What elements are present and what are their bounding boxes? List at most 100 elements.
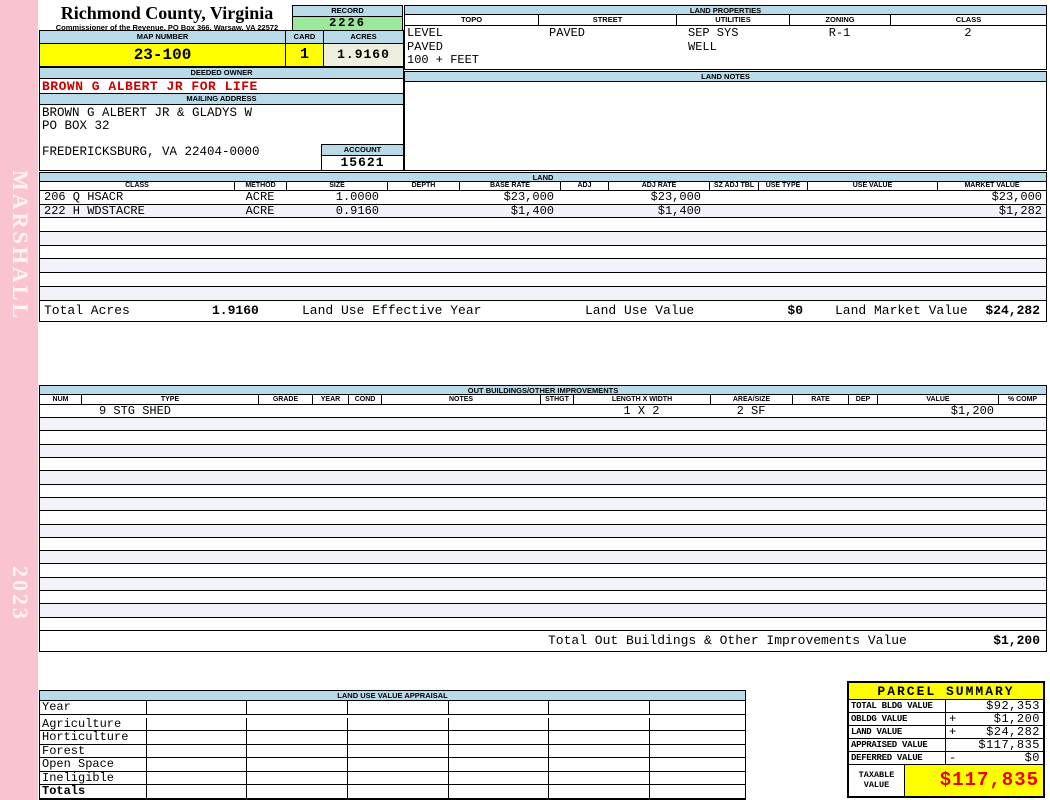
total-acres-label: Total Acres [44,303,130,318]
land-market-value-label: Land Market Value [835,303,968,318]
land-cell-market_value: $23,000 [991,190,1042,204]
appraisal-row-label: Horticulture [42,730,129,744]
empty-row [40,485,1046,498]
appraisal-row-label: Forest [42,743,86,758]
county-title: Richmond County, Virginia [60,3,274,23]
appraisal-cell [649,731,745,744]
appraisal-cell [448,701,548,714]
land-cell-use_value [807,205,937,218]
empty-row [40,246,1046,260]
appraisal-row: Forest [40,743,745,758]
column-header: SZ ADJ TBL [709,182,758,190]
ob-cell-area_size: 2 SF [736,404,766,418]
left-margin-band [0,0,38,800]
land-properties-value: PAVED [549,26,586,40]
appraisal-cell [347,731,448,744]
appraisal-row: Open Space [40,758,745,772]
land-cell-method: ACRE [245,203,275,218]
land-table-rows: 206 Q HSACR ACRE 1.0000 $23,000 $23,000 $23,0… [40,191,1046,218]
appraisal-cell [246,758,347,771]
land-properties-column: SEP SYS WELL [676,26,789,69]
out-buildings-empty-rows [40,418,1046,631]
county-header: Richmond County, Virginia Commissioner o… [44,3,290,32]
column-header: GRADE [258,395,312,404]
column-header: ADJ [560,182,608,190]
land-cell-base_rate: $23,000 [503,190,554,204]
appraisal-cell [649,785,745,798]
empty-row [40,538,1046,552]
appraisal-cell [347,717,448,730]
land-row: 222 H WDSTACRE ACRE 0.9160 $1,400 $1,400 $1,2… [40,203,1046,218]
empty-row [40,577,1046,592]
column-header: METHOD [234,182,286,190]
land-properties-value: WELL [688,39,717,54]
ob-cell-length_x_width: 1 X 2 [623,404,660,418]
parcel-summary-row: DEFERRED VALUE $0- [849,752,1043,765]
empty-row [40,458,1046,472]
column-header: USE TYPE [758,182,807,190]
land-cell-use_type [758,191,807,204]
land-use-appraisal-table: LAND USE VALUE APPRAISAL Year Agriculture… [39,690,746,800]
account-box: ACCOUNT 15621 [321,144,404,171]
appraisal-cell [246,717,347,730]
empty-row [40,618,1046,631]
empty-row [40,218,1046,232]
land-cell-adj_rate: $23,000 [650,190,701,204]
column-header: RATE [792,395,848,404]
land-table-title: LAND [40,173,1046,182]
empty-row [40,273,1046,288]
parcel-summary-label: DEFERRED VALUE [849,752,946,764]
watermark-name: MARSHALL [8,170,33,322]
appraisal-cell [548,701,649,714]
land-properties-column: 2 [890,26,1046,69]
land-cell-sz_adj_tbl [709,205,758,218]
appraisal-cell [448,744,548,757]
acres-value: 1.9160 [323,44,403,66]
appraisal-cell [448,758,548,771]
land-cell-sz_adj_tbl [709,191,758,204]
column-header: ADJ RATE [608,182,709,190]
land-properties-value: 2 [964,26,972,40]
land-properties-value: SEP SYS [688,26,739,40]
deeded-owner-box: DEEDED OWNER BROWN G ALBERT JR FOR LIFE [39,67,404,95]
appraisal-cell [548,744,649,757]
appraisal-cell [649,758,745,771]
column-header: TYPE [81,395,258,404]
appraisal-cell [146,785,246,798]
ob-cell-num [40,405,81,417]
empty-row [40,471,1046,485]
ob-cell-rate [792,405,848,417]
column-header: CLASS [890,15,1046,25]
land-notes-label: LAND NOTES [405,72,1046,82]
appraisal-row: Horticulture [40,731,745,745]
taxable-value-label: TAXABLE VALUE [849,765,905,796]
map-number-label: MAP NUMBER [40,31,285,43]
appraisal-cell [649,717,745,730]
land-properties-column: R-1 [789,26,890,69]
empty-row [40,444,1046,458]
column-header: NUM [52,396,69,403]
appraisal-cell [548,771,649,784]
column-header: BASE RATE [459,182,560,190]
land-cell-adj [560,205,608,218]
parcel-summary-sign: + [949,712,957,726]
appraisal-row-label: Open Space [42,757,115,771]
land-cell-use_type [758,205,807,218]
empty-row [40,231,1046,246]
column-header: STHGT [540,395,573,404]
property-record-card: MARSHALL 2023 Richmond County, Virginia … [0,0,1050,800]
column-header: MARKET VALUE [937,182,1046,190]
appraisal-cell [146,717,246,730]
column-header: COND [348,395,381,404]
empty-row [40,418,1046,432]
land-properties-table: LAND PROPERTIES TOPO STREET UTILITIES ZONIN… [404,5,1047,70]
appraisal-cell [548,717,649,730]
appraisal-cell [548,758,649,771]
parcel-summary-label: LAND VALUE [849,726,946,738]
land-properties-values: LEVEL PAVED 100 + FEET PAVED SEP SYS WELL R-1 2 [405,26,1046,69]
ob-cell-pct_comp [998,405,1046,417]
land-cell-adj_rate: $1,400 [657,203,701,218]
land-cell-base_rate: $1,400 [510,203,554,218]
out-buildings-rows: 9 STG SHED 1 X 2 2 SF $1,200 [40,405,1046,418]
parcel-summary-title: PARCEL SUMMARY [849,683,1043,700]
